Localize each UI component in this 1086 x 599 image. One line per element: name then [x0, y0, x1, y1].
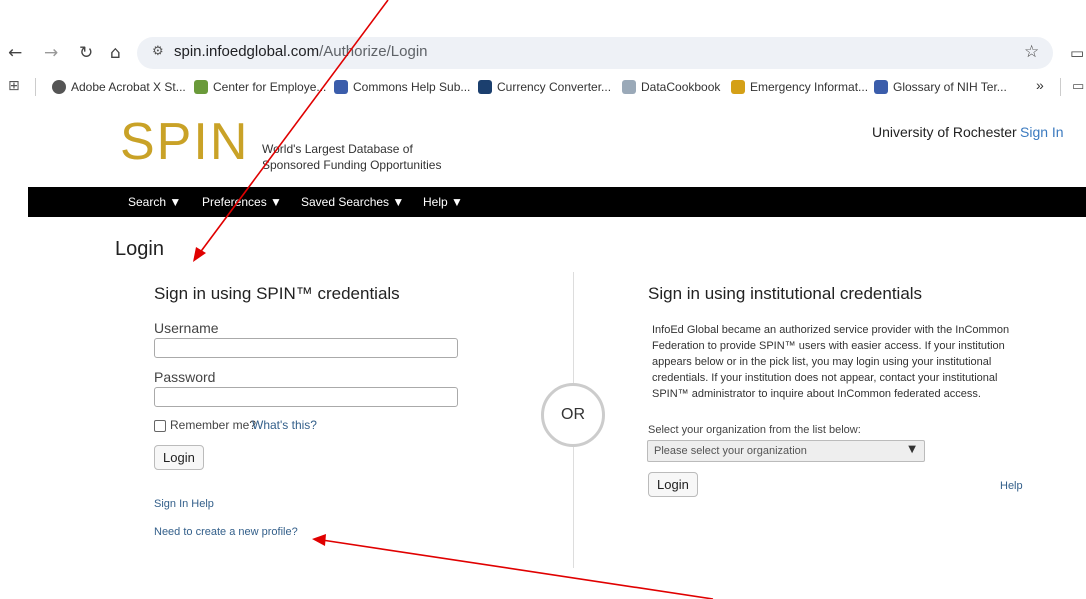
annotation-arrows — [193, 0, 714, 599]
arrow-to-create-profile — [312, 534, 714, 599]
arrow-to-login-title — [193, 0, 389, 262]
